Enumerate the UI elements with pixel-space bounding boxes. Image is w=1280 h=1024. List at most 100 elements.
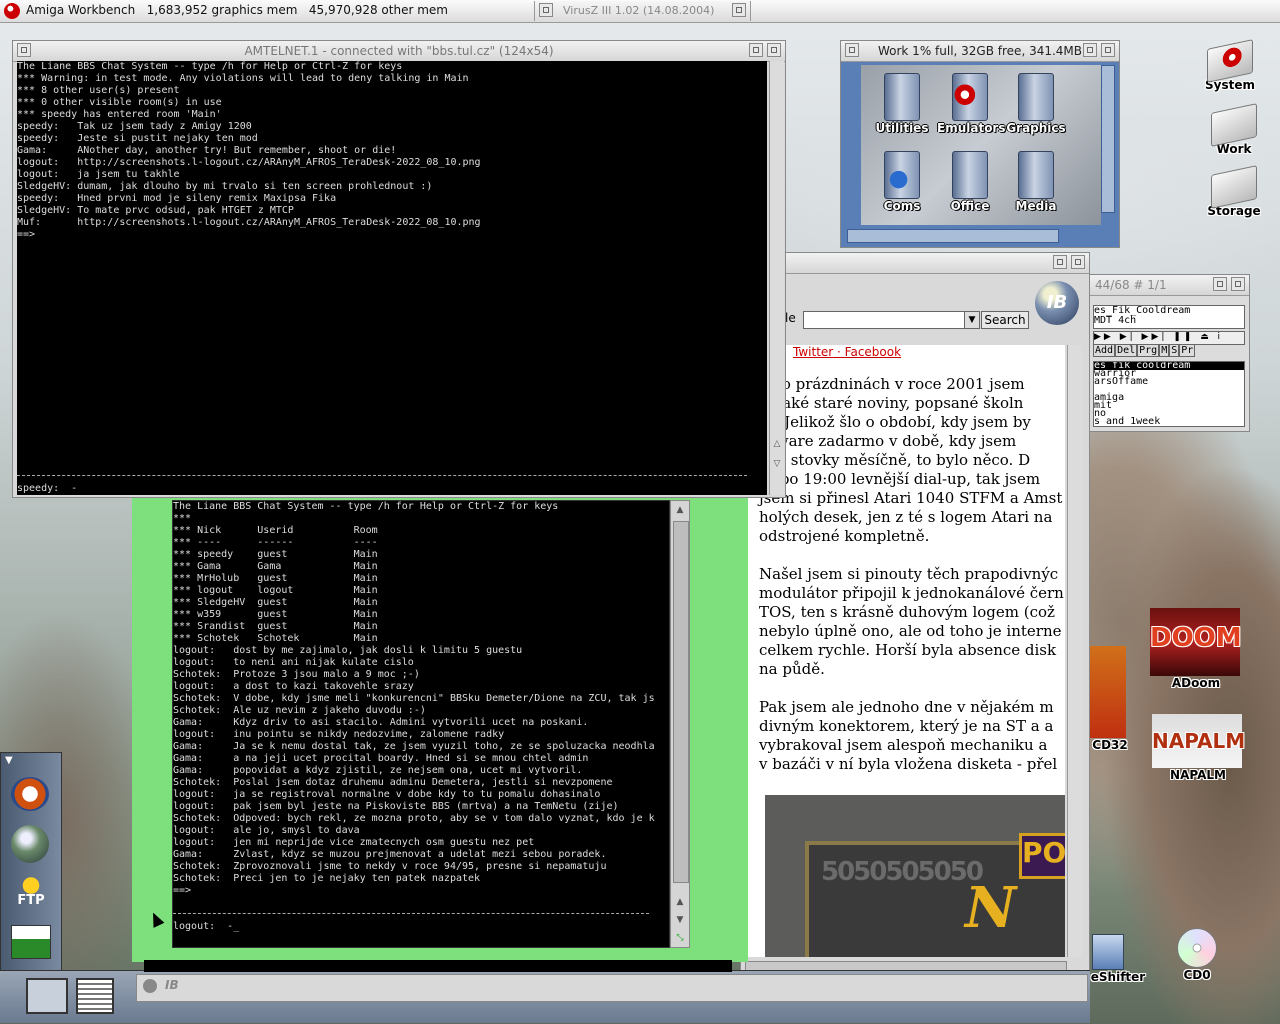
player-song-format: MDT 4ch [1094, 315, 1137, 326]
article-line: nějaké staré noviny, popsané školn [759, 394, 1024, 412]
article-line [759, 546, 1064, 565]
facebook-link[interactable]: Facebook [845, 345, 901, 359]
media-icon [1018, 151, 1054, 199]
napalm-icon: NAPALM [1152, 714, 1245, 768]
browser-zoom-icon[interactable] [1053, 255, 1067, 269]
coms-drawer[interactable]: Coms [869, 151, 935, 213]
player-song-list[interactable]: es_fik_cooldream warrior arsOffame amiga… [1093, 361, 1245, 427]
browser-depth-icon[interactable] [1071, 255, 1085, 269]
song-item[interactable]: mit [1094, 401, 1244, 411]
emulators-drawer[interactable]: Emulators [937, 73, 1006, 135]
player-add-button[interactable]: Add [1093, 344, 1116, 357]
adoom-label: ADoom [1171, 676, 1221, 690]
browser-window[interactable]: le ▼ Search IB Twitter · Facebook dy o p… [740, 252, 1090, 1014]
virusz-depth-icon[interactable] [732, 3, 746, 17]
ibrowse-dock-icon[interactable] [11, 825, 49, 863]
search-dropdown-icon[interactable]: ▼ [964, 311, 980, 329]
resize-icon[interactable]: ⤡ [673, 931, 687, 945]
screen-title-bar[interactable]: Amiga Workbench 1,683,952 graphics mem 4… [0, 0, 1280, 23]
napalm-program[interactable]: NAPALM NAPALM [1152, 714, 1245, 782]
work-disk[interactable]: Work [1204, 103, 1264, 156]
social-links[interactable]: Twitter · Facebook [793, 345, 901, 359]
terminal-line: speedy: Hned prvni mod je sileny remix M… [17, 193, 337, 204]
article-text: dy o prázdninách v roce 2001 jsem nějaké … [759, 375, 1064, 774]
cd32-program[interactable]: CD32 [1090, 646, 1130, 752]
terminal-line: Gama: popovidat a kdyz zjistil, ze nejse… [173, 765, 583, 776]
player-del-button[interactable]: Del [1115, 344, 1138, 357]
work-title-bar[interactable]: Work 1% full, 32GB free, 341.4MB [841, 41, 1119, 62]
scroll-up-icon[interactable]: △ [770, 437, 784, 451]
globe-icon [143, 979, 157, 993]
work-vertical-scrollbar[interactable] [1101, 65, 1115, 213]
song-item[interactable]: s_and_1week [1094, 417, 1244, 427]
player-depth-icon[interactable] [1231, 277, 1245, 291]
bbs-2-scroll-knob[interactable] [673, 521, 689, 883]
amtelnet-vertical-scrollbar[interactable]: △ ▽ [769, 61, 784, 495]
dock-collapse-icon[interactable]: ▼ [5, 755, 13, 766]
amtelnet-title-bar[interactable]: AMTELNET.1 - connected with "bbs.tul.cz"… [13, 41, 785, 62]
amtelnet-depth-icon[interactable] [767, 43, 781, 57]
search-input[interactable] [803, 311, 965, 329]
terminal-line: The Liane BBS Chat System -- type /h for… [17, 61, 403, 72]
article-line: er po 19:00 levnější dial-up, tak jsem [759, 470, 1041, 488]
browser-vertical-scrollbar[interactable] [1067, 345, 1082, 957]
bbs-2-vertical-scrollbar[interactable]: ▲ ▲ ▼ ⤡ [670, 500, 690, 948]
search-button[interactable]: Search [981, 311, 1029, 329]
virusz-close-icon[interactable] [539, 3, 553, 17]
terminal-line: *** SledgeHV guest Main [173, 597, 378, 608]
office-drawer[interactable]: Office [937, 151, 1003, 213]
terminal-line: logout: http://screenshots.l-logout.cz/A… [17, 157, 481, 168]
virusz-window-title[interactable]: VirusZ III 1.02 (14.08.2004) [534, 1, 751, 21]
amiga-dock-icon[interactable] [11, 777, 49, 811]
screen-title: Amiga Workbench 1,683,952 graphics mem 4… [26, 3, 448, 17]
terminal-prompt[interactable]: speedy: - [17, 483, 77, 495]
player-m-button[interactable]: M [1159, 344, 1170, 357]
system-disk[interactable]: System [1200, 39, 1260, 92]
song-item[interactable]: amiga [1094, 393, 1244, 403]
adoom-program[interactable]: DOOM ADoom [1150, 608, 1242, 690]
terminal-prompt[interactable]: logout: -_ [173, 921, 239, 933]
scroll-down-icon[interactable]: ▽ [770, 457, 784, 471]
ftp-dock-icon[interactable]: FTP [11, 877, 51, 911]
work-drawer-window[interactable]: Work 1% full, 32GB free, 341.4MB Utiliti… [840, 40, 1120, 248]
taskbar-shell-button[interactable] [26, 978, 68, 1014]
installer-dock-icon[interactable] [11, 925, 51, 959]
player-pr-button[interactable]: Pr [1179, 344, 1196, 357]
screen-title-text: Amiga Workbench [26, 3, 136, 17]
graphics-drawer[interactable]: Graphics [1003, 73, 1069, 135]
storage-disk[interactable]: Storage [1204, 165, 1264, 218]
browser-title-bar[interactable] [741, 253, 1089, 274]
utilities-drawer[interactable]: Utilities [869, 73, 935, 135]
scroll-up-icon[interactable]: ▲ [673, 895, 687, 909]
twitter-link[interactable]: Twitter [793, 345, 833, 359]
player-buttons[interactable]: Add Del Prg M S Pr [1093, 344, 1243, 357]
work-zoom-icon[interactable] [1083, 43, 1097, 57]
player-zoom-icon[interactable] [1213, 277, 1227, 291]
player-transport[interactable]: ▶▶ ▶| ▶▶| ❚❚ ⏏ i [1093, 331, 1245, 345]
work-depth-icon[interactable] [1101, 43, 1115, 57]
work-close-icon[interactable] [845, 43, 859, 57]
amtelnet-close-icon[interactable] [17, 43, 31, 57]
player-s-button[interactable]: S [1169, 344, 1180, 357]
bbs-chat-window-2[interactable]: The Liane BBS Chat System -- type /h for… [132, 494, 748, 962]
scroll-up-icon[interactable]: ▲ [673, 503, 687, 517]
browser-taskbar-strip[interactable]: IB [136, 974, 1088, 1002]
taskbar-list-button[interactable] [76, 978, 114, 1014]
shifter-program[interactable]: eShifter [1088, 934, 1148, 984]
amtelnet-zoom-icon[interactable] [749, 43, 763, 57]
module-player-window[interactable]: 44/68 # 1/1 es_Fik_Cooldream MDT 4ch ▶▶ … [1088, 274, 1250, 432]
work-horizontal-scrollbar[interactable] [847, 229, 1059, 243]
player-title-bar[interactable]: 44/68 # 1/1 [1089, 275, 1249, 296]
scroll-down-icon[interactable]: ▼ [673, 913, 687, 927]
amtelnet-window[interactable]: AMTELNET.1 - connected with "bbs.tul.cz"… [12, 40, 786, 498]
player-prg-button[interactable]: Prg [1137, 344, 1160, 357]
terminal-line: ==> [17, 229, 36, 240]
emulators-label: Emulators [937, 121, 1006, 135]
left-dock[interactable]: ▼ FTP [0, 752, 62, 972]
terminal-line: ==> [173, 885, 192, 896]
media-drawer[interactable]: Media [1003, 151, 1069, 213]
amtelnet-terminal[interactable]: The Liane BBS Chat System -- type /h for… [17, 61, 767, 495]
bbs-terminal-2[interactable]: The Liane BBS Chat System -- type /h for… [172, 500, 670, 948]
cd0-drive[interactable]: CD0 [1170, 928, 1224, 982]
song-item[interactable]: arsOffame [1094, 377, 1244, 387]
